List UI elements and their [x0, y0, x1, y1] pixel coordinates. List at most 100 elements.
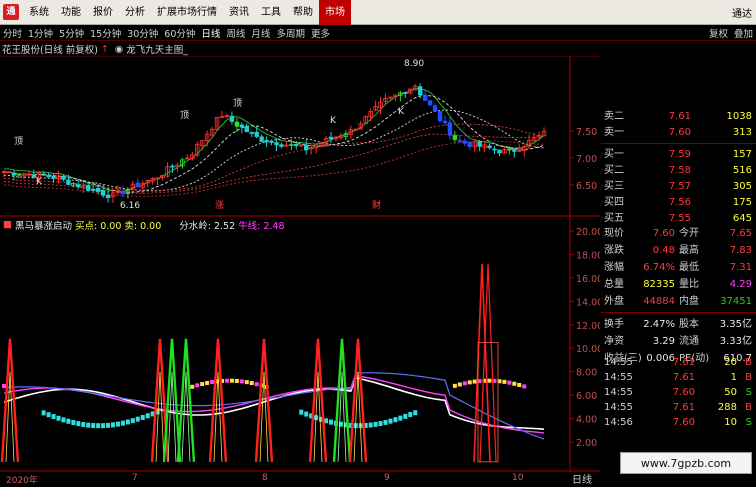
stat-value: 7.60 [652, 228, 675, 239]
signal-spike [176, 338, 196, 462]
chart-header: 花王股份(日线 前复权) ↑ ◉ 龙飞九天主图_ [0, 42, 570, 57]
candle-body [100, 189, 106, 196]
period-tab[interactable]: 更多 [308, 26, 333, 40]
candle-body [46, 174, 51, 178]
indicator-bar-up [239, 379, 244, 384]
period-tab[interactable]: 1分钟 [25, 26, 56, 40]
trade-row[interactable]: 14:55 7.61 20 B [601, 355, 756, 370]
indicator-title[interactable]: 黑马暴涨启动 [12, 218, 72, 232]
indicator-tick-label: 6.00 [576, 391, 597, 402]
indicator-bar-down [130, 418, 135, 424]
bid-row[interactable]: 买一 7.59 157 [601, 147, 756, 163]
stat-value: 7.65 [729, 228, 752, 239]
ask-label: 卖一 [604, 127, 624, 138]
indicator-bar-up [249, 381, 254, 386]
trade-row[interactable]: 14:55 7.61 288 B [601, 400, 756, 415]
menu-item[interactable]: 资讯 [223, 0, 255, 25]
menu-item[interactable]: 分析 [119, 0, 151, 25]
period-tab[interactable]: 15分钟 [87, 26, 124, 40]
period-tab[interactable]: 日线 [198, 26, 223, 40]
indicator-bar-down [403, 413, 408, 419]
candle-body [170, 165, 175, 168]
trade-time: 14:55 [604, 387, 633, 398]
ask-price: 7.61 [668, 111, 691, 122]
indicator-bar-up [234, 378, 239, 383]
indicator-bar-up [452, 383, 457, 388]
candle-body [422, 94, 428, 101]
bid-row[interactable]: 买二 7.58 516 [601, 163, 756, 179]
candle-body [427, 100, 433, 106]
candle-body [244, 125, 249, 133]
indicator-bar-down [125, 419, 130, 425]
candle-body [294, 143, 299, 147]
stat-label: 涨跌 [604, 245, 624, 256]
stat-value: 37451 [720, 296, 752, 307]
indicator-bar-up [467, 380, 472, 385]
period-tab[interactable]: 多周期 [273, 26, 308, 40]
ask-volume: 313 [732, 127, 752, 138]
indicator-toggle-icon[interactable]: ■ [0, 219, 12, 230]
candle-body [31, 174, 36, 178]
indicator-tick-label: 2.00 [576, 438, 597, 449]
stat-value: 4.29 [729, 279, 752, 290]
indicator-tick-label: 20.00 [576, 227, 600, 238]
menu-item[interactable]: 报价 [87, 0, 119, 25]
indicator-name[interactable]: 龙飞九天主图_ [126, 42, 188, 56]
toolbar-right-button[interactable]: 叠加 [731, 26, 756, 40]
up-arrow-icon[interactable]: ↑ [98, 44, 112, 55]
period-tab[interactable]: 月线 [248, 26, 273, 40]
signal-marker: K [36, 177, 43, 187]
candle-body [11, 172, 17, 176]
bid-volume: 516 [732, 165, 752, 176]
signal-spike [208, 338, 228, 462]
indicator-bar-down [378, 421, 383, 427]
ask-row[interactable]: 卖一 7.60 313 [601, 125, 756, 141]
trade-row[interactable]: 14:55 7.60 50 S [601, 385, 756, 400]
period-tab[interactable]: 分时 [0, 26, 25, 40]
period-tab[interactable]: 30分钟 [124, 26, 161, 40]
indicator-tick-label: 4.00 [576, 415, 597, 426]
toolbar-right-button[interactable]: 复权 [706, 26, 731, 40]
signal-marker: 涨 [215, 200, 224, 211]
signal-spike-large [473, 263, 491, 462]
indicator-bar-up [210, 380, 215, 385]
trade-row[interactable]: 14:55 7.61 1 B [601, 370, 756, 385]
menu-item[interactable]: 市场 [319, 0, 351, 25]
indicator-header: ■ 黑马暴涨启动 买点: 0.00 卖: 0.00 分水岭: 2.52 牛线: … [0, 218, 570, 232]
indicator-bar-down [299, 409, 304, 415]
indicator-bar-up [2, 383, 6, 388]
indicator-bar-up [224, 378, 229, 383]
indicator-bar-down [66, 418, 71, 424]
menu-item[interactable]: 帮助 [287, 0, 319, 25]
indicator-bar-down [61, 417, 66, 423]
candle-body [264, 139, 269, 143]
indicator-bar-up [507, 380, 512, 385]
dropdown-icon[interactable]: ◉ [112, 44, 126, 55]
kline-chart[interactable]: 7.507.006.50顶顶顶涨财KKK8.906.1620.0018.0016… [0, 56, 600, 472]
date-label: 8 [262, 473, 268, 483]
period-tab[interactable]: 60分钟 [161, 26, 198, 40]
buy-point-label: 买点: 0.00 [75, 220, 122, 232]
menu-item[interactable]: 功能 [55, 0, 87, 25]
period-tab[interactable]: 周线 [223, 26, 248, 40]
ask-row[interactable]: 卖二 7.61 1038 [601, 109, 756, 125]
menu-item[interactable]: 工具 [255, 0, 287, 25]
period-tab[interactable]: 5分钟 [56, 26, 87, 40]
candle-body [76, 184, 81, 188]
menu-item[interactable]: 系统 [23, 0, 55, 25]
candle-body [90, 188, 96, 191]
menu-item[interactable]: 扩展市场行情 [151, 0, 223, 25]
bottom-period-tab[interactable]: 日线 [572, 471, 592, 486]
stat-label: 换手 [604, 319, 624, 330]
candle-body [417, 86, 423, 96]
bid-row[interactable]: 买三 7.57 305 [601, 179, 756, 195]
indicator-bar-up [502, 379, 507, 384]
indicator-bar-down [413, 410, 418, 416]
indicator-bar-up [487, 378, 492, 383]
trade-price: 7.60 [672, 417, 695, 428]
candle-body [105, 194, 111, 199]
bid-row[interactable]: 买四 7.56 175 [601, 195, 756, 211]
indicator-bar-up [200, 382, 205, 387]
trade-row[interactable]: 14:56 7.60 10 S [601, 415, 756, 430]
candle-body [279, 144, 284, 147]
